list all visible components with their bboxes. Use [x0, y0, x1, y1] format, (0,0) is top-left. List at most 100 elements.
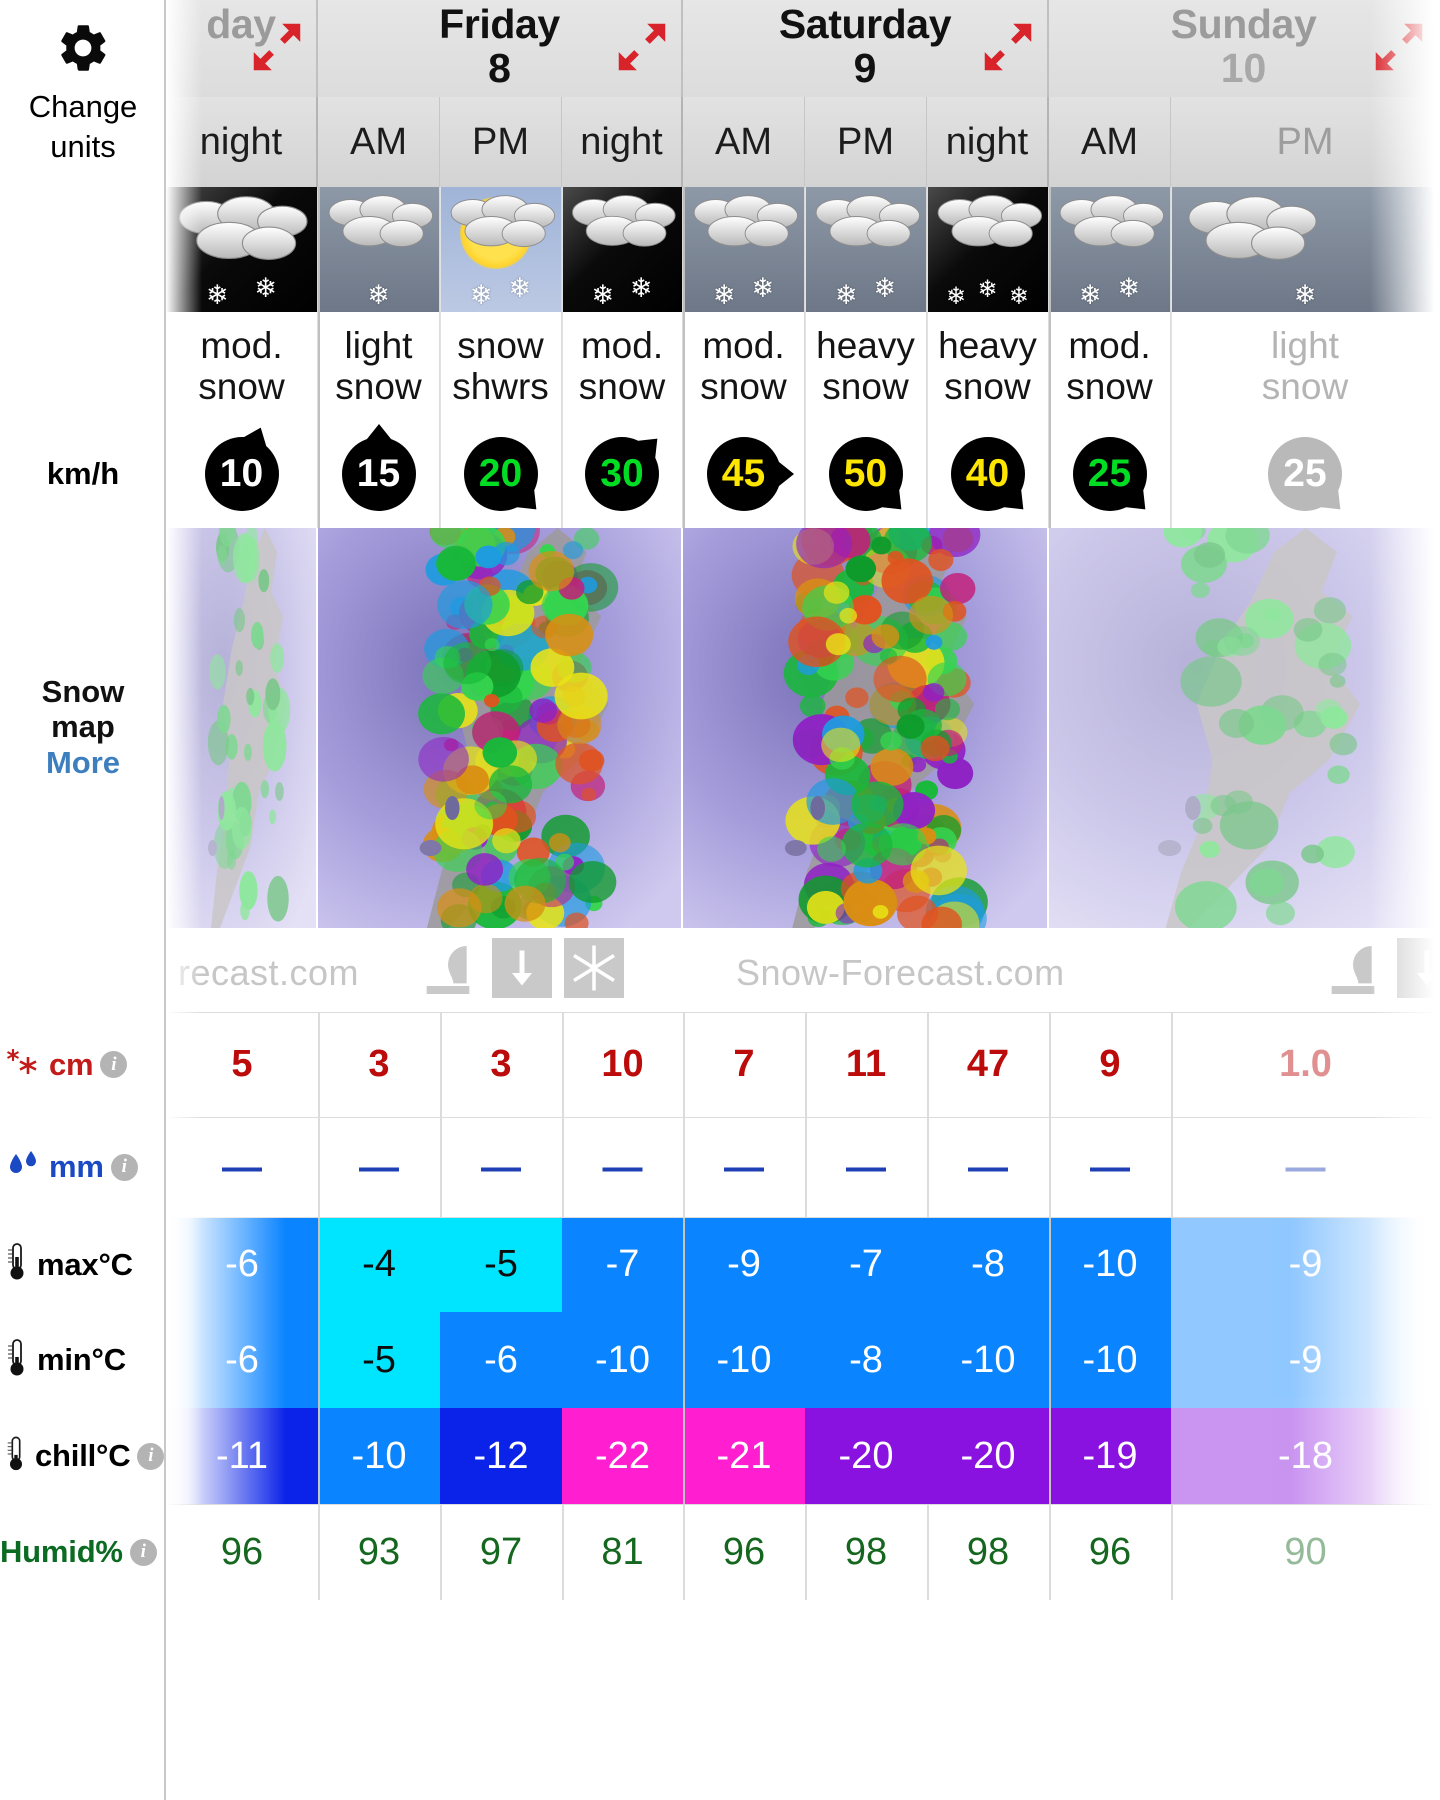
rain-amount-value: — — [846, 1145, 886, 1189]
cell-mm: — — [805, 1117, 927, 1217]
value-min: -10 — [1082, 1338, 1138, 1381]
value-humid: 93 — [357, 1530, 401, 1573]
snowflake-icon: ❄ — [712, 280, 736, 310]
change-units-label-line2: units — [50, 129, 116, 164]
info-icon[interactable]: i — [110, 1153, 138, 1181]
rain-amount-value: — — [1285, 1145, 1326, 1189]
row-label-mm[interactable]: mm i — [0, 1117, 166, 1217]
period-header-night[interactable]: night — [927, 97, 1049, 187]
snowflake-icon: ❄ — [751, 273, 775, 303]
weather-icon-night[interactable]: ❄ ❄ ❄ — [927, 187, 1049, 312]
row-divider — [166, 1117, 1440, 1118]
wind-speed-badge: 20 — [463, 437, 538, 511]
wind-cell[interactable]: 40 — [927, 420, 1049, 528]
day-header[interactable]: Friday 8 — [318, 0, 683, 97]
snow-amount-pill: 3 — [447, 1018, 555, 1111]
value-max: -10 — [1082, 1243, 1138, 1285]
cell-max: -4 — [318, 1217, 440, 1312]
column-divider — [1049, 1012, 1051, 1217]
period-header-AM[interactable]: AM — [318, 97, 440, 187]
column-divider — [562, 1504, 564, 1600]
snow-amount-pill: 11 — [812, 1018, 920, 1111]
rain-amount-value: — — [1090, 1145, 1130, 1189]
cell-cm: 47 — [927, 1012, 1049, 1117]
row-label-min-text: min°C — [37, 1342, 126, 1377]
change-units-button[interactable]: Change units — [0, 0, 166, 187]
snow-map-more-link[interactable]: More — [46, 745, 120, 781]
cell-min: -10 — [1049, 1312, 1171, 1408]
weather-icon-cloudy[interactable]: ❄ ❄ — [1049, 187, 1171, 312]
wind-cell[interactable]: 45 — [683, 420, 805, 528]
wind-cell[interactable]: 20 — [440, 420, 562, 528]
info-icon[interactable]: i — [129, 1538, 157, 1566]
column-separator — [1171, 187, 1172, 528]
wind-speed-badge: 45 — [706, 437, 781, 511]
weather-icon-cloudy[interactable]: ❄ ❄ — [805, 187, 927, 312]
weather-description-line: mod. — [580, 324, 664, 366]
period-header-AM[interactable]: AM — [1049, 97, 1171, 187]
column-separator — [927, 187, 928, 528]
expand-arrows-icon[interactable] — [246, 16, 308, 83]
row-label-chill[interactable]: chill°C i — [0, 1408, 166, 1504]
info-icon[interactable]: i — [100, 1051, 128, 1078]
value-chill: -12 — [473, 1434, 529, 1477]
column-divider — [440, 1012, 442, 1217]
row-label-cm[interactable]: cm i — [0, 1012, 166, 1117]
forecast-table: day Friday 8 Saturday 9 Sunday 10 night AM PM… — [166, 0, 1440, 1800]
period-header-PM[interactable]: PM — [805, 97, 927, 187]
row-label-humid[interactable]: Humid% i — [0, 1504, 166, 1600]
cell-mm: — — [440, 1117, 562, 1217]
wind-cell[interactable]: 50 — [805, 420, 927, 528]
wind-unit-text: km/h — [46, 456, 120, 491]
wind-cell[interactable]: 30 — [562, 420, 683, 528]
row-label-mm-text: mm — [49, 1149, 104, 1184]
value-humid: 96 — [220, 1530, 264, 1573]
weather-icon-cloudy[interactable]: ❄ ❄ — [683, 187, 805, 312]
cell-humid: 81 — [562, 1504, 683, 1600]
value-chill: -20 — [838, 1434, 894, 1477]
snow-map-image[interactable] — [318, 528, 683, 928]
wind-cell[interactable]: 15 — [318, 420, 440, 528]
download-arrow-icon — [492, 938, 552, 1007]
watermark-icons — [416, 938, 624, 1007]
value-chill: -10 — [351, 1434, 407, 1477]
expand-arrows-icon[interactable] — [977, 16, 1039, 83]
value-humid: 81 — [601, 1530, 644, 1573]
weather-icon-night[interactable]: ❄ ❄ — [562, 187, 683, 312]
snow-amount-value: 3 — [368, 1043, 390, 1085]
expand-arrows-icon[interactable] — [611, 16, 673, 83]
wind-speed-badge: 25 — [1268, 437, 1342, 511]
period-header-AM[interactable]: AM — [683, 97, 805, 187]
wind-speed-badge: 30 — [585, 437, 659, 511]
wind-cell[interactable]: 25 — [1049, 420, 1171, 528]
day-header-inner: Friday 8 — [318, 0, 681, 97]
snowflake-watermark-icon — [564, 938, 624, 1007]
snowflake-icon: ❄ — [873, 273, 897, 303]
period-header-PM[interactable]: PM — [440, 97, 562, 187]
value-humid: 98 — [844, 1530, 888, 1573]
snowflake-icon — [4, 1045, 42, 1084]
weather-description-line: heavy — [938, 324, 1037, 366]
value-min: -6 — [484, 1338, 518, 1381]
row-label-max: max°C — [0, 1217, 166, 1312]
period-header-night[interactable]: night — [562, 97, 683, 187]
cell-humid: 96 — [683, 1504, 805, 1600]
weather-icon-sun[interactable]: ❄ ❄ — [440, 187, 562, 312]
info-icon[interactable]: i — [137, 1442, 165, 1470]
cell-min: -6 — [440, 1312, 562, 1408]
snowflake-icon: ❄ — [629, 273, 653, 303]
snowflake-icon: ❄ — [469, 280, 493, 310]
weather-description-line: mod. — [1068, 324, 1151, 366]
cell-humid: 97 — [440, 1504, 562, 1600]
snowflake-icon: ❄ — [1293, 280, 1317, 310]
snowflake-icon: ❄ — [834, 280, 858, 310]
cell-cm: 3 — [318, 1012, 440, 1117]
day-header[interactable]: Saturday 9 — [683, 0, 1049, 97]
weather-description-line: mod. — [200, 324, 283, 366]
weather-description-line: light — [1271, 324, 1339, 366]
snow-map-image[interactable] — [683, 528, 1049, 928]
weather-icon-cloudy[interactable]: ❄ — [318, 187, 440, 312]
row-label-cm-text: cm — [49, 1046, 94, 1082]
column-separator — [683, 187, 685, 528]
cell-chill: -20 — [927, 1408, 1049, 1504]
